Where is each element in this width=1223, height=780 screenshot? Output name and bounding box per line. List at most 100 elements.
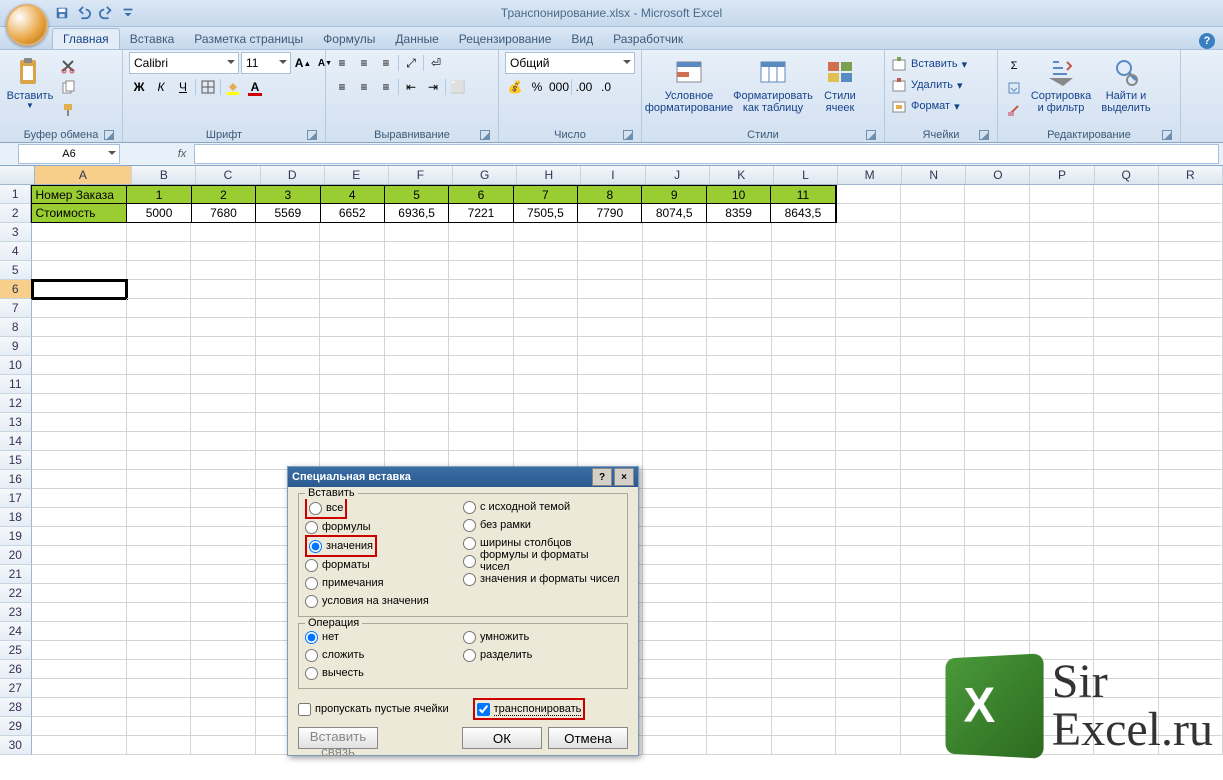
- cell-O18[interactable]: [965, 508, 1030, 527]
- cell-Q7[interactable]: [1094, 299, 1159, 318]
- cell-I11[interactable]: [578, 375, 643, 394]
- cell-K29[interactable]: [707, 717, 772, 736]
- cell-N20[interactable]: [901, 546, 966, 565]
- cell-B1[interactable]: 1: [127, 185, 191, 204]
- cell-L7[interactable]: [772, 299, 837, 318]
- cell-G8[interactable]: [449, 318, 514, 337]
- op-radio-0[interactable]: нет: [305, 628, 463, 646]
- cell-H4[interactable]: [514, 242, 579, 261]
- cell-J26[interactable]: [643, 660, 708, 679]
- paste-link-button[interactable]: Вставить связь: [298, 727, 378, 749]
- cell-B9[interactable]: [127, 337, 192, 356]
- cell-P19[interactable]: [1030, 527, 1095, 546]
- cell-J24[interactable]: [643, 622, 708, 641]
- cell-N4[interactable]: [901, 242, 966, 261]
- qat-customize-icon[interactable]: [118, 3, 138, 23]
- cell-J1[interactable]: 9: [642, 185, 706, 204]
- cell-J25[interactable]: [643, 641, 708, 660]
- accounting-format-icon[interactable]: 💰: [505, 77, 525, 97]
- col-header-B[interactable]: B: [132, 166, 196, 184]
- cell-J11[interactable]: [643, 375, 708, 394]
- cell-N17[interactable]: [901, 489, 966, 508]
- cell-B21[interactable]: [127, 565, 192, 584]
- cell-N3[interactable]: [901, 223, 966, 242]
- cell-R12[interactable]: [1159, 394, 1223, 413]
- align-top-icon[interactable]: ≡: [332, 53, 352, 73]
- cell-E10[interactable]: [320, 356, 385, 375]
- cell-C20[interactable]: [191, 546, 256, 565]
- cell-G13[interactable]: [449, 413, 514, 432]
- col-header-P[interactable]: P: [1030, 166, 1094, 184]
- cell-C22[interactable]: [191, 584, 256, 603]
- cell-R22[interactable]: [1159, 584, 1223, 603]
- cell-R17[interactable]: [1159, 489, 1223, 508]
- row-header-1[interactable]: 1: [0, 185, 31, 204]
- cell-F1[interactable]: 5: [385, 185, 449, 204]
- cell-Q3[interactable]: [1094, 223, 1159, 242]
- cell-P3[interactable]: [1030, 223, 1095, 242]
- cell-H5[interactable]: [514, 261, 579, 280]
- cell-L21[interactable]: [772, 565, 837, 584]
- cell-B20[interactable]: [127, 546, 192, 565]
- cell-B10[interactable]: [127, 356, 192, 375]
- cell-B12[interactable]: [127, 394, 192, 413]
- cell-M7[interactable]: [836, 299, 901, 318]
- cell-O8[interactable]: [965, 318, 1030, 337]
- cell-A25[interactable]: [32, 641, 127, 660]
- cell-F4[interactable]: [385, 242, 450, 261]
- cell-C9[interactable]: [191, 337, 256, 356]
- merge-cells-icon[interactable]: ⬜: [448, 77, 468, 97]
- cell-B29[interactable]: [127, 717, 192, 736]
- cell-N1[interactable]: [901, 185, 965, 204]
- cell-E3[interactable]: [320, 223, 385, 242]
- row-header-18[interactable]: 18: [0, 508, 32, 527]
- cell-C24[interactable]: [191, 622, 256, 641]
- cell-B11[interactable]: [127, 375, 192, 394]
- cell-L25[interactable]: [772, 641, 837, 660]
- cell-K30[interactable]: [707, 736, 772, 755]
- cell-R1[interactable]: [1159, 185, 1223, 204]
- cell-I6[interactable]: [578, 280, 643, 299]
- cell-L16[interactable]: [772, 470, 837, 489]
- cell-L27[interactable]: [772, 679, 837, 698]
- cell-K9[interactable]: [707, 337, 772, 356]
- cell-F11[interactable]: [385, 375, 450, 394]
- cell-J13[interactable]: [643, 413, 708, 432]
- cell-D7[interactable]: [256, 299, 321, 318]
- cell-L26[interactable]: [772, 660, 837, 679]
- cell-G14[interactable]: [449, 432, 514, 451]
- cell-N22[interactable]: [901, 584, 966, 603]
- cell-E13[interactable]: [320, 413, 385, 432]
- cell-B2[interactable]: 5000: [127, 204, 191, 223]
- cell-J12[interactable]: [643, 394, 708, 413]
- ribbon-tab-7[interactable]: Разработчик: [603, 29, 693, 49]
- cell-G11[interactable]: [449, 375, 514, 394]
- cell-P6[interactable]: [1030, 280, 1095, 299]
- increase-decimal-icon[interactable]: .00: [574, 77, 594, 97]
- cell-O7[interactable]: [965, 299, 1030, 318]
- cell-N8[interactable]: [901, 318, 966, 337]
- cell-A26[interactable]: [32, 660, 127, 679]
- cell-J8[interactable]: [643, 318, 708, 337]
- cell-O2[interactable]: [965, 204, 1029, 223]
- cell-K2[interactable]: 8359: [707, 204, 771, 223]
- cell-A21[interactable]: [32, 565, 127, 584]
- cell-J30[interactable]: [643, 736, 708, 755]
- cell-E4[interactable]: [320, 242, 385, 261]
- row-header-10[interactable]: 10: [0, 356, 32, 375]
- cell-B26[interactable]: [127, 660, 192, 679]
- cell-R6[interactable]: [1159, 280, 1223, 299]
- cell-L8[interactable]: [772, 318, 837, 337]
- cell-C10[interactable]: [191, 356, 256, 375]
- cell-K8[interactable]: [707, 318, 772, 337]
- dialog-help-button[interactable]: ?: [592, 468, 612, 486]
- cell-R3[interactable]: [1159, 223, 1223, 242]
- row-header-13[interactable]: 13: [0, 413, 32, 432]
- row-header-21[interactable]: 21: [0, 565, 32, 584]
- row-header-16[interactable]: 16: [0, 470, 32, 489]
- percent-format-icon[interactable]: %: [527, 77, 547, 97]
- cell-O6[interactable]: [965, 280, 1030, 299]
- decrease-decimal-icon[interactable]: .0: [596, 77, 616, 97]
- row-header-11[interactable]: 11: [0, 375, 32, 394]
- cell-N12[interactable]: [901, 394, 966, 413]
